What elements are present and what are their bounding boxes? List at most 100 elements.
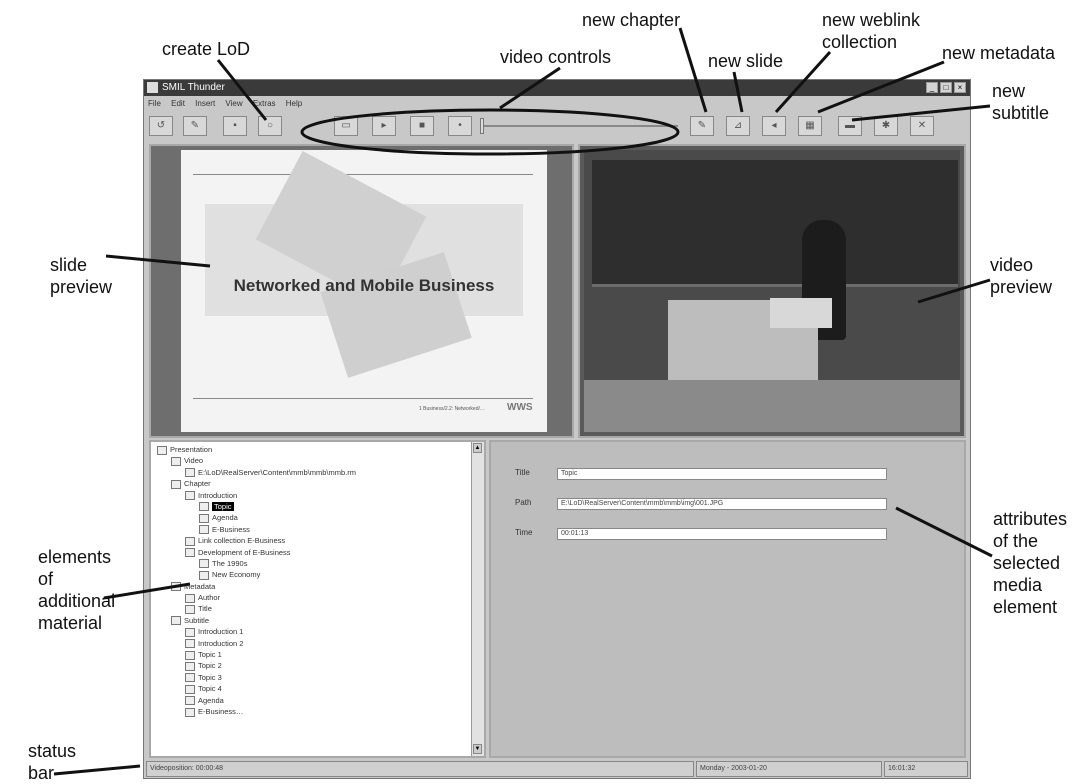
menu-edit[interactable]: Edit bbox=[167, 97, 189, 110]
app-icon bbox=[147, 82, 158, 93]
title-field[interactable]: Topic bbox=[557, 468, 887, 480]
new-chapter-button[interactable]: ✎ bbox=[690, 116, 714, 136]
new-file-button[interactable]: ↺ bbox=[149, 116, 173, 136]
menu-extras[interactable]: Extras bbox=[249, 97, 280, 110]
delete-button[interactable]: ✕ bbox=[910, 116, 934, 136]
tree-item[interactable]: Link collection E-Business bbox=[151, 535, 471, 546]
status-time: 16:01:32 bbox=[884, 761, 968, 777]
tree-item[interactable]: Topic 4 bbox=[151, 683, 471, 694]
tree-item[interactable]: Metadata bbox=[151, 581, 471, 592]
tree-node-icon bbox=[185, 536, 195, 546]
tree-node-icon bbox=[171, 456, 181, 466]
attributes-annotation: attributes of the selected media element bbox=[993, 509, 1068, 617]
tree-item[interactable]: The 1990s bbox=[151, 558, 471, 569]
tree-item-label: Presentation bbox=[170, 445, 213, 454]
status-date: Monday - 2003-01-20 bbox=[696, 761, 882, 777]
time-field[interactable]: 00:01:13 bbox=[557, 528, 887, 540]
menu-file[interactable]: File bbox=[144, 97, 165, 110]
tree-node-icon bbox=[185, 707, 195, 717]
tree-item[interactable]: New Economy bbox=[151, 569, 471, 580]
tree-scrollbar[interactable]: ▲ ▼ bbox=[471, 442, 484, 756]
video-stop-button[interactable]: ■ bbox=[410, 116, 434, 136]
tree-node-icon bbox=[185, 696, 195, 706]
scroll-down-icon[interactable]: ▼ bbox=[473, 744, 482, 754]
tree-item[interactable]: Introduction 2 bbox=[151, 638, 471, 649]
properties-button[interactable]: ✱ bbox=[874, 116, 898, 136]
tree-item[interactable]: E-Business… bbox=[151, 706, 471, 717]
tree-item[interactable]: Author bbox=[151, 592, 471, 603]
slide-footer: 1 Business/2.2: Networked/… bbox=[419, 406, 485, 412]
tree-item-label: New Economy bbox=[212, 570, 261, 580]
tree-item-label: Link collection E-Business bbox=[198, 536, 286, 546]
tree-node-icon bbox=[171, 479, 181, 489]
tree-item[interactable]: Development of E-Business bbox=[151, 547, 471, 558]
tree-item[interactable]: Topic 3 bbox=[151, 672, 471, 683]
tree-item[interactable]: Introduction bbox=[151, 490, 471, 501]
create-lod-button[interactable]: ○ bbox=[258, 116, 282, 136]
video-record-button[interactable]: • bbox=[448, 116, 472, 136]
tree-node-icon bbox=[157, 445, 167, 455]
new-weblink-collection-button[interactable]: ◂ bbox=[762, 116, 786, 136]
attributes-pane: Title Topic Path E:\LoD\RealServer\Conte… bbox=[489, 440, 966, 758]
menu-view[interactable]: View bbox=[221, 97, 246, 110]
tree-item[interactable]: Chapter bbox=[151, 478, 471, 489]
menu-insert[interactable]: Insert bbox=[191, 97, 219, 110]
tree-item-label: Subtitle bbox=[184, 615, 210, 625]
tree-item-label: Topic 1 bbox=[198, 650, 222, 660]
new-metadata-button[interactable]: ▦ bbox=[798, 116, 822, 136]
path-field[interactable]: E:\LoD\RealServer\Content\mmb\mmb\img\00… bbox=[557, 498, 887, 510]
new-weblink-collection-annotation: new weblink collection bbox=[822, 10, 921, 52]
status-bar: Videoposition: 00:00:48 Monday - 2003-01… bbox=[144, 761, 970, 778]
tree-node-icon bbox=[199, 559, 209, 569]
tree-item[interactable]: Agenda bbox=[151, 512, 471, 523]
create-lod-annotation: create LoD bbox=[162, 39, 251, 59]
tree-item[interactable]: Agenda bbox=[151, 695, 471, 706]
new-subtitle-button[interactable]: ▬ bbox=[838, 116, 862, 136]
tree-item-label: Topic 3 bbox=[198, 672, 222, 682]
tree-item-label: The 1990s bbox=[212, 558, 248, 568]
video-blackboard bbox=[592, 160, 958, 287]
video-preview bbox=[584, 150, 960, 432]
new-chapter-annotation: new chapter bbox=[582, 10, 681, 30]
video-position-slider[interactable] bbox=[482, 125, 678, 127]
tree-item[interactable]: Title bbox=[151, 603, 471, 614]
menu-help[interactable]: Help bbox=[282, 97, 306, 110]
scroll-up-icon[interactable]: ▲ bbox=[473, 443, 482, 453]
tree-item[interactable]: E-Business bbox=[151, 524, 471, 535]
video-slider-thumb[interactable] bbox=[480, 118, 484, 134]
tree-node-icon bbox=[199, 570, 209, 580]
toolbar: ↺ ✎ ▪ ○ ▭ ▸ ■ • ✎ ⊿ ◂ ▦ ▬ ✱ ✕ bbox=[144, 112, 970, 140]
tree-node-icon bbox=[185, 593, 195, 603]
tree-node-icon bbox=[199, 502, 209, 512]
tree-item[interactable]: Topic 2 bbox=[151, 660, 471, 671]
maximize-icon[interactable]: □ bbox=[940, 82, 952, 93]
tree-item-label: Introduction 2 bbox=[198, 638, 244, 648]
open-file-button[interactable]: ✎ bbox=[183, 116, 207, 136]
tree-node-icon bbox=[199, 513, 209, 523]
tree-item[interactable]: Subtitle bbox=[151, 615, 471, 626]
elements-annotation: elements of additional material bbox=[38, 547, 116, 633]
save-file-button[interactable]: ▪ bbox=[223, 116, 247, 136]
tree-item[interactable]: E:\LoD\RealServer\Content\mmb\mmb\mmb.rm bbox=[151, 467, 471, 478]
time-label: Time bbox=[515, 528, 533, 537]
tree-item[interactable]: Topic 1 bbox=[151, 649, 471, 660]
minimize-icon[interactable]: _ bbox=[926, 82, 938, 93]
close-window-icon[interactable]: × bbox=[954, 82, 966, 93]
status-bar-annotation: status bar bbox=[28, 741, 77, 783]
tree-item[interactable]: Presentation bbox=[151, 444, 471, 455]
new-slide-button[interactable]: ⊿ bbox=[726, 116, 750, 136]
tree-item[interactable]: Topic bbox=[151, 501, 471, 512]
video-play-button[interactable]: ▸ bbox=[372, 116, 396, 136]
tree-item-label: E-Business bbox=[212, 524, 250, 534]
tree-item-label: Video bbox=[184, 456, 204, 466]
new-slide-annotation: new slide bbox=[708, 51, 784, 71]
video-open-button[interactable]: ▭ bbox=[334, 116, 358, 136]
tree-item[interactable]: Video bbox=[151, 455, 471, 466]
tree-item-label: Title bbox=[198, 604, 212, 614]
title-label: Title bbox=[515, 468, 530, 477]
tree-item[interactable]: Introduction 1 bbox=[151, 626, 471, 637]
structure-tree: Presentation Video E:\LoD\RealServer\Conte… bbox=[151, 444, 471, 717]
new-subtitle-annotation: new subtitle bbox=[992, 81, 1050, 123]
video-lectern bbox=[770, 298, 832, 328]
tree-item-label: E-Business… bbox=[198, 706, 244, 716]
